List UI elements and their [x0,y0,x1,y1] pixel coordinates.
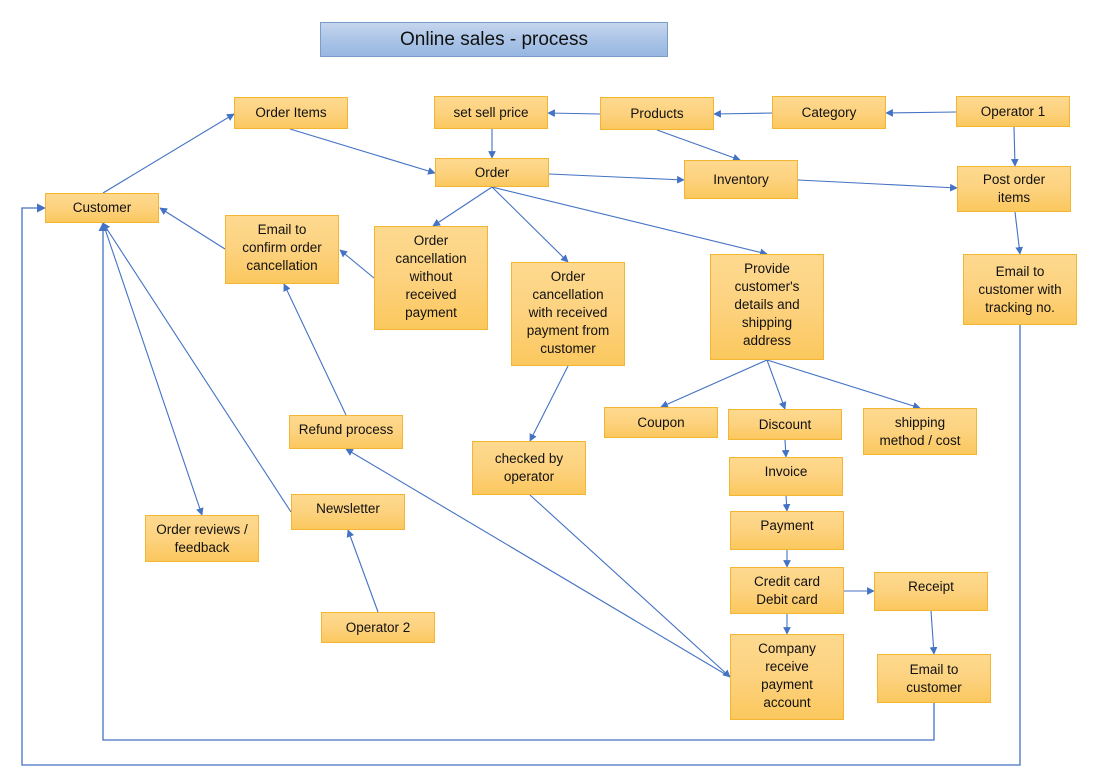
node-operator-2[interactable]: Operator 2 [321,612,435,643]
node-credit-debit-card[interactable]: Credit card Debit card [730,567,844,614]
edge-discount-to-invoice [781,439,790,458]
edge-cancel-without-payment-to-email-confirm-cancel [339,249,375,279]
edge-order-items-to-order [289,128,436,175]
node-invoice[interactable]: Invoice [729,457,843,496]
node-order-items[interactable]: Order Items [234,97,348,129]
node-order[interactable]: Order [435,158,549,187]
edge-products-to-set-sell-price [547,109,601,117]
node-email-confirm-cancellation[interactable]: Email to confirm order cancellation [225,215,339,284]
edge-email-confirm-cancel-to-customer [159,207,226,250]
edge-provide-details-to-discount [766,359,787,410]
node-discount[interactable]: Discount [728,409,842,440]
node-cancellation-without-payment[interactable]: Order cancellation without received paym… [374,226,488,330]
edge-order-to-inventory [548,173,685,184]
edge-customer-to-order-reviews [102,222,204,516]
node-coupon[interactable]: Coupon [604,407,718,438]
edge-provide-details-to-shipping-method [766,359,921,410]
edge-operator-1-to-category [885,109,957,117]
node-provide-customer-details[interactable]: Provide customer's details and shipping … [710,254,824,360]
edge-products-to-inventory [656,129,741,162]
node-newsletter[interactable]: Newsletter [291,494,405,530]
node-checked-by-operator[interactable]: checked by operator [472,441,586,495]
node-shipping-method-cost[interactable]: shipping method / cost [863,408,977,455]
edge-order-to-cancel-with-payment [491,186,569,263]
edge-customer-to-order-items [102,113,235,194]
edge-post-order-items-to-email-tracking [1014,211,1024,255]
edge-operator-1-to-post-order-items [1010,126,1019,167]
diagram-title: Online sales - process [320,22,668,57]
node-category[interactable]: Category [772,96,886,129]
edge-category-to-products [713,110,773,118]
edge-cancel-with-payment-to-checked-by-operator [529,365,569,442]
node-payment[interactable]: Payment [730,511,844,550]
diagram-canvas: Online sales - process Customer Order It… [0,0,1106,784]
node-receipt[interactable]: Receipt [874,572,988,611]
edge-receipt-to-email-customer [929,610,938,655]
node-cancellation-with-payment[interactable]: Order cancellation with received payment… [511,262,625,366]
edge-order-to-cancel-without-payment [432,186,493,227]
node-order-reviews-feedback[interactable]: Order reviews / feedback [145,515,259,562]
node-customer[interactable]: Customer [45,193,159,223]
edge-inventory-to-post-order-items [797,179,958,192]
node-operator-1[interactable]: Operator 1 [956,96,1070,127]
node-set-sell-price[interactable]: set sell price [434,96,548,129]
edge-provide-details-to-coupon [660,359,768,408]
node-inventory[interactable]: Inventory [684,160,798,199]
node-refund-process[interactable]: Refund process [289,415,403,449]
node-post-order-items[interactable]: Post order items [957,166,1071,212]
node-email-to-customer[interactable]: Email to customer [877,654,991,703]
edge-refund-process-to-email-confirm-cancel [283,283,347,416]
edge-operator-2-to-newsletter [346,529,379,613]
edge-invoice-to-payment [782,495,791,512]
node-email-tracking[interactable]: Email to customer with tracking no. [963,254,1077,325]
edge-checked-by-operator-to-company-receive [529,494,731,678]
node-products[interactable]: Products [600,97,714,130]
node-company-receive-payment-account[interactable]: Company receive payment account [730,634,844,720]
